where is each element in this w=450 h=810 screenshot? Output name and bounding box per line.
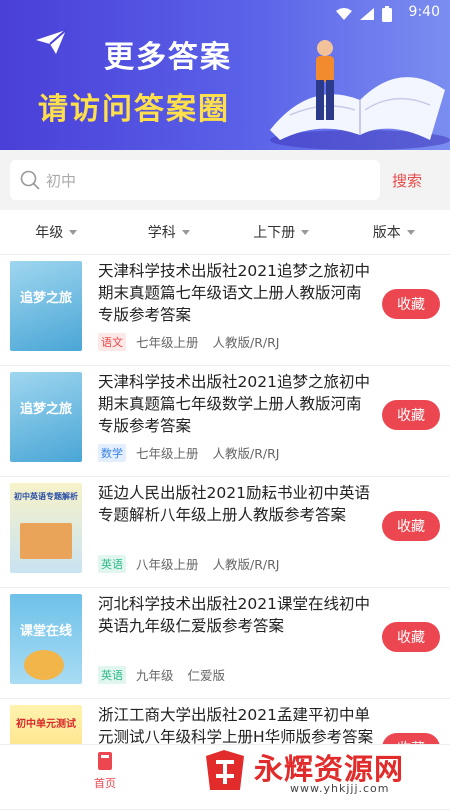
subject-tag: 英语 (98, 555, 126, 573)
battery-icon (382, 6, 392, 22)
filter-grade[interactable]: 年级 (0, 210, 113, 254)
grade-label: 七年级上册 (136, 443, 199, 462)
book-list: 追梦之旅 天津科学技术出版社2021追梦之旅初中期末真题篇七年级语文上册人教版河… (0, 255, 450, 810)
paper-plane-icon (34, 28, 68, 56)
search-input[interactable] (44, 160, 368, 202)
nav-home-label: 首页 (94, 777, 116, 790)
subject-tag: 英语 (98, 666, 126, 684)
signal-icon (360, 8, 374, 20)
list-item[interactable]: 追梦之旅 天津科学技术出版社2021追梦之旅初中期末真题篇七年级语文上册人教版河… (0, 255, 450, 366)
watermark-url: www.yhkjjj.com (290, 782, 390, 795)
book-cover: 初中英语专题解析 (10, 483, 82, 573)
book-illustration-icon (250, 20, 450, 150)
wifi-icon (336, 8, 352, 20)
book-cover: 追梦之旅 (10, 372, 82, 462)
filter-subject[interactable]: 学科 (113, 210, 226, 254)
watermark: 永辉资源网 www.yhkjjj.com (198, 742, 450, 799)
search-field[interactable] (10, 160, 380, 200)
favorite-button[interactable]: 收藏 (382, 622, 440, 652)
grade-label: 九年级 (136, 665, 174, 684)
subject-tag: 数学 (98, 444, 126, 462)
edition-label: 人教版/R/RJ (213, 443, 280, 462)
favorite-button[interactable]: 收藏 (382, 511, 440, 541)
book-title: 延边人民出版社2021励耘书业初中英语专题解析八年级上册人教版参考答案 (98, 482, 376, 526)
book-title: 河北科学技术出版社2021课堂在线初中英语九年级仁爱版参考答案 (98, 593, 376, 637)
book-title: 天津科学技术出版社2021追梦之旅初中期末真题篇七年级语文上册人教版河南专版参考… (98, 260, 376, 326)
caret-down-icon (69, 230, 77, 235)
filter-edition[interactable]: 版本 (338, 210, 450, 254)
edition-label: 人教版/R/RJ (213, 332, 280, 351)
search-button[interactable]: 搜索 (392, 170, 422, 191)
home-book-icon (95, 751, 115, 771)
edition-label: 仁爱版 (188, 665, 226, 684)
book-cover: 追梦之旅 (10, 261, 82, 351)
list-item[interactable]: 初中英语专题解析 延边人民出版社2021励耘书业初中英语专题解析八年级上册人教版… (0, 477, 450, 588)
banner-title: 更多答案 (104, 32, 232, 76)
nav-home[interactable]: 首页 (75, 749, 135, 791)
caret-down-icon (301, 230, 309, 235)
banner-subtitle: 请访问答案圈 (38, 84, 230, 128)
subject-tag: 语文 (98, 333, 126, 351)
filter-bar: 年级 学科 上下册 版本 (0, 210, 450, 255)
list-item[interactable]: 课堂在线 河北科学技术出版社2021课堂在线初中英语九年级仁爱版参考答案 英语 … (0, 588, 450, 699)
grade-label: 七年级上册 (136, 332, 199, 351)
grade-label: 八年级上册 (136, 554, 199, 573)
favorite-button[interactable]: 收藏 (382, 289, 440, 319)
book-title: 天津科学技术出版社2021追梦之旅初中期末真题篇七年级数学上册人教版河南专版参考… (98, 371, 376, 437)
watermark-logo-icon (200, 746, 250, 796)
status-bar: 9:40 (0, 0, 450, 26)
caret-down-icon (407, 230, 415, 235)
search-icon (20, 170, 40, 190)
book-cover: 课堂在线 (10, 594, 82, 684)
list-item[interactable]: 追梦之旅 天津科学技术出版社2021追梦之旅初中期末真题篇七年级数学上册人教版河… (0, 366, 450, 477)
clock: 9:40 (409, 4, 440, 20)
favorite-button[interactable]: 收藏 (382, 400, 440, 430)
filter-volume[interactable]: 上下册 (225, 210, 338, 254)
edition-label: 人教版/R/RJ (213, 554, 280, 573)
caret-down-icon (182, 230, 190, 235)
